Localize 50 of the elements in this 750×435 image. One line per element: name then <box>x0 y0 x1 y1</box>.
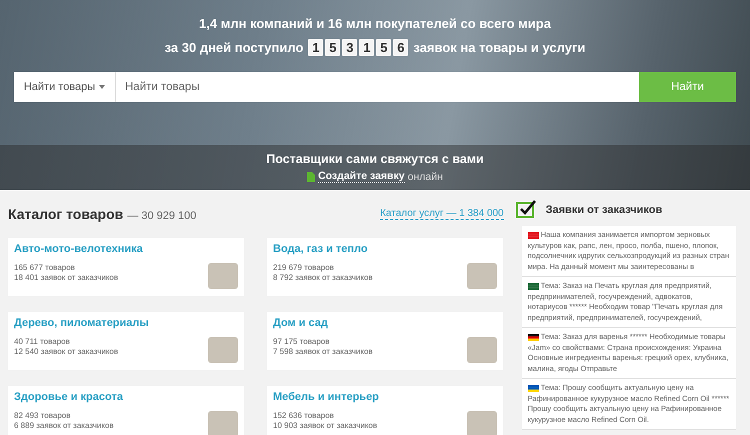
requests-count: 12 540 заявок от заказчиков <box>14 347 120 357</box>
photo-placeholder <box>467 411 497 435</box>
photo-placeholder <box>208 411 238 435</box>
category-link[interactable]: Вода, газ и тепло <box>273 243 373 255</box>
goods-count: 219 679 товаров <box>273 263 335 273</box>
catalog-title: Каталог товаров <box>8 206 124 222</box>
counter-digit: 1 <box>308 39 324 56</box>
document-icon <box>307 172 316 182</box>
counter-digit: 5 <box>376 39 392 56</box>
counter-digit: 3 <box>342 39 358 56</box>
checkbox-icon <box>516 200 538 220</box>
requests-count: 10 903 заявок от заказчиков <box>273 421 378 431</box>
caret-icon <box>99 85 106 89</box>
requests-title: Заявки от заказчиков <box>546 204 662 216</box>
counter-digit: 6 <box>393 39 408 56</box>
goods-count: 97 175 товаров <box>273 337 330 347</box>
search-scope-dropdown[interactable]: Найти товары <box>14 72 116 102</box>
goods-count: 40 711 товаров <box>14 337 71 347</box>
category-link[interactable]: Здоровье и красота <box>14 391 123 403</box>
headline: 1,4 млн компаний и 16 млн покупателей со всего мира <box>199 16 551 31</box>
goods-count: 82 493 товаров <box>14 411 72 421</box>
services-catalog-link[interactable]: Каталог услуг — 1 384 000 <box>380 208 504 220</box>
goods-count: 165 677 товаров <box>14 263 76 273</box>
create-request-link[interactable]: Создайте заявку <box>318 170 405 183</box>
counter-text: заявок на товары и услуги <box>413 40 586 55</box>
counter-digit: 1 <box>359 39 374 56</box>
requests-count: 6 889 заявок от заказчиков <box>14 421 115 431</box>
search-button[interactable]: Найти <box>639 72 736 102</box>
flag-icon <box>528 384 539 392</box>
category-link[interactable]: Дерево, пиломатериалы <box>14 317 149 329</box>
photo-placeholder <box>208 263 238 289</box>
counter-text: за 30 дней поступило <box>164 40 304 55</box>
photo-placeholder <box>467 337 497 363</box>
flag-icon <box>528 232 539 239</box>
requests-count: 8 792 заявок от заказчиков <box>273 273 373 283</box>
photo-placeholder <box>467 263 497 289</box>
photo-placeholder <box>208 337 238 363</box>
requests-count: 18 401 заявок от заказчиков <box>14 273 120 283</box>
search-field[interactable]: Найти товары <box>116 72 639 102</box>
online-text: онлайн <box>408 170 443 182</box>
requests-count: 7 598 заявок от заказчиков <box>273 347 373 357</box>
category-link[interactable]: Дом и сад <box>273 317 373 329</box>
banner-title: Поставщики сами свяжутся с вами <box>266 152 484 166</box>
category-link[interactable]: Мебель и интерьер <box>273 391 379 403</box>
goods-count: 152 636 товаров <box>273 411 335 421</box>
flag-icon <box>528 334 539 341</box>
counter-digit: 5 <box>325 39 340 56</box>
category-link[interactable]: Авто-мото-велотехника <box>14 243 143 255</box>
catalog-count: — 30 929 100 <box>127 210 196 222</box>
flag-icon <box>528 282 539 290</box>
